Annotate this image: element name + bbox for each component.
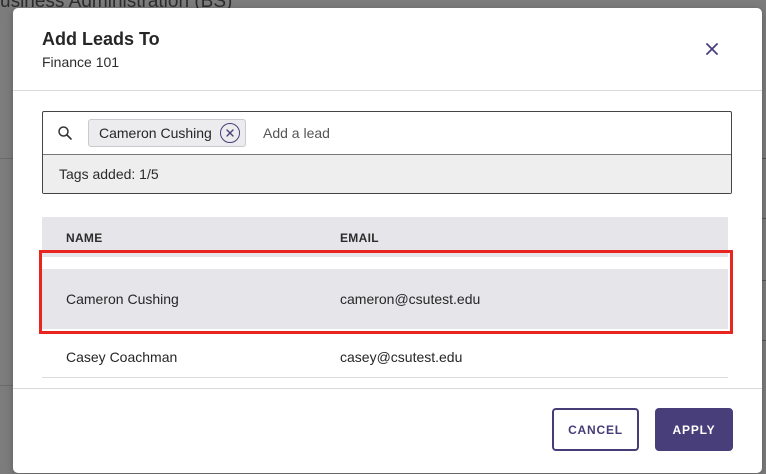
dialog-subtitle: Finance 101 <box>42 54 120 70</box>
lead-email: cameron@csutest.edu <box>340 291 481 307</box>
tags-added-status: Tags added: 1/5 <box>43 154 731 193</box>
close-icon <box>706 43 718 55</box>
table-bottom-border <box>42 377 728 378</box>
column-header-name: NAME <box>66 231 103 245</box>
add-lead-input[interactable] <box>263 121 703 145</box>
table-row[interactable]: Casey Coachman casey@csutest.edu <box>42 329 728 389</box>
header-divider <box>13 90 762 91</box>
background-divider <box>0 385 14 386</box>
lead-email: casey@csutest.edu <box>340 349 463 365</box>
lead-name: Casey Coachman <box>66 349 178 365</box>
apply-button[interactable]: APPLY <box>655 408 733 451</box>
background-divider <box>762 158 766 159</box>
add-leads-dialog: Add Leads To Finance 101 Cameron Cushing <box>13 8 762 473</box>
close-button[interactable] <box>701 38 723 60</box>
lead-tag: Cameron Cushing <box>88 119 246 147</box>
search-row: Cameron Cushing <box>43 112 731 154</box>
remove-tag-icon <box>226 129 234 137</box>
table-header: NAME EMAIL <box>42 217 728 257</box>
leads-table: NAME EMAIL Cameron Cushing cameron@csute… <box>42 217 728 389</box>
cancel-button[interactable]: CANCEL <box>552 408 639 451</box>
background-divider <box>0 158 14 159</box>
background-divider <box>762 218 766 219</box>
lead-search-box: Cameron Cushing Tags added: 1/5 <box>42 111 732 194</box>
background-divider <box>762 280 766 281</box>
lead-tag-label: Cameron Cushing <box>99 125 212 141</box>
lead-name: Cameron Cushing <box>66 291 179 307</box>
remove-tag-button[interactable] <box>219 123 240 143</box>
background-divider <box>762 340 766 341</box>
footer-divider <box>13 388 762 389</box>
column-header-email: EMAIL <box>340 231 379 245</box>
table-row[interactable]: Cameron Cushing cameron@csutest.edu <box>42 269 728 329</box>
search-icon <box>58 126 72 140</box>
dialog-title: Add Leads To <box>42 29 160 49</box>
